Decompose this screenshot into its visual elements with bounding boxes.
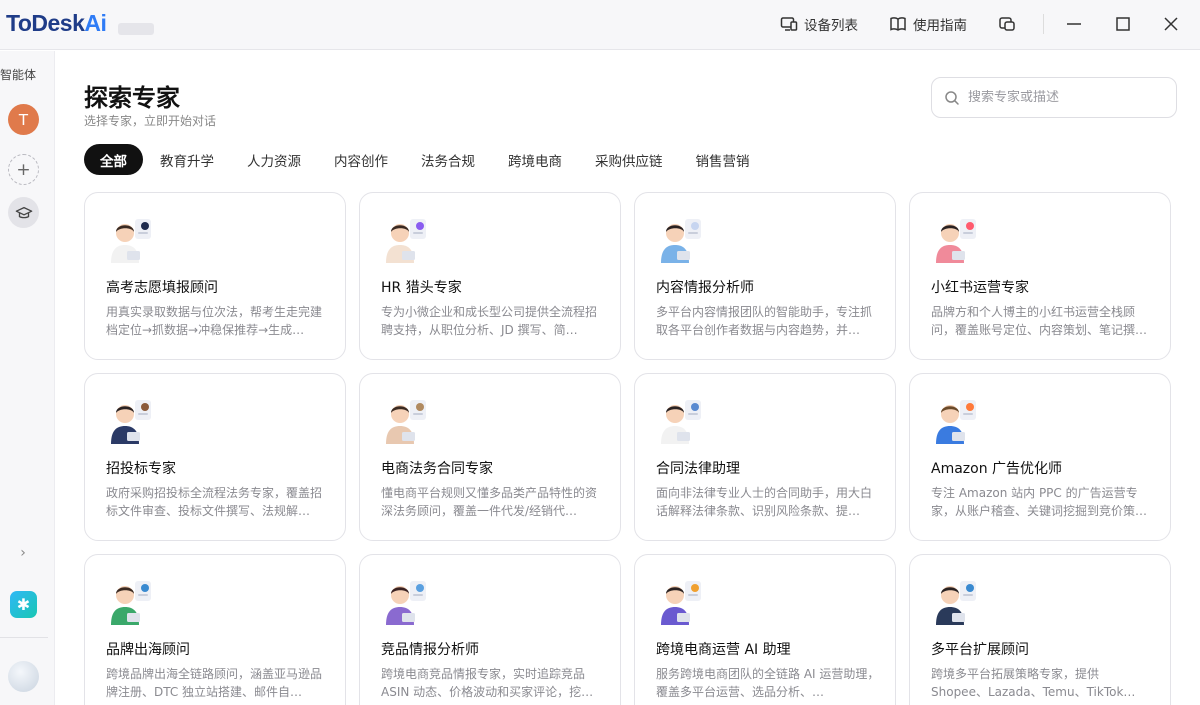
expert-card[interactable]: 电商法务合同专家懂电商平台规则又懂多品类产品特性的资深法务顾问，覆盖一件代发/经… bbox=[359, 373, 621, 541]
minimize-icon bbox=[1067, 23, 1081, 25]
expert-card[interactable]: 竞品情报分析师跨境电商竞品情报专家，实时追踪竞品 ASIN 动态、价格波动和买家… bbox=[359, 554, 621, 705]
tab-1[interactable]: 教育升学 bbox=[144, 144, 230, 175]
brand-accent: Ai bbox=[84, 10, 107, 36]
device-list-label: 设备列表 bbox=[804, 18, 858, 34]
expert-name: 竞品情报分析师 bbox=[381, 642, 479, 658]
expert-card[interactable]: Amazon 广告优化师专注 Amazon 站内 PPC 的广告运营专家，从账户… bbox=[909, 373, 1171, 541]
maximize-icon bbox=[1116, 17, 1130, 31]
expert-card[interactable]: 品牌出海顾问跨境品牌出海全链路顾问，涵盖亚马逊品牌注册、DTC 独立站搭建、邮件… bbox=[84, 554, 346, 705]
expert-name: 招投标专家 bbox=[106, 461, 176, 477]
expert-name: 内容情报分析师 bbox=[656, 280, 754, 296]
expert-name: 多平台扩展顾问 bbox=[931, 642, 1029, 658]
expert-description: 懂电商平台规则又懂多品类产品特性的资深法务顾问，覆盖一件代发/经销代… bbox=[381, 486, 598, 518]
expert-name: 品牌出海顾问 bbox=[106, 642, 190, 658]
tab-2[interactable]: 人力资源 bbox=[231, 144, 317, 175]
expert-name: HR 猎头专家 bbox=[381, 280, 462, 296]
expert-avatar-icon bbox=[380, 575, 430, 625]
expert-avatar-icon bbox=[930, 394, 980, 444]
app-logo: ToDeskAi bbox=[6, 10, 107, 37]
expert-avatar-icon bbox=[380, 394, 430, 444]
close-icon bbox=[1164, 17, 1178, 31]
expert-avatar-icon bbox=[380, 213, 430, 263]
main-content: 探索专家 选择专家，立即开始对话 全部教育升学人力资源内容创作法务合规跨境电商采… bbox=[56, 51, 1200, 705]
expert-avatar-icon bbox=[105, 575, 155, 625]
brand-name: ToDesk bbox=[6, 10, 85, 36]
expert-card[interactable]: 招投标专家政府采购招投标全流程法务专家，覆盖招标文件审查、投标文件撰写、法规解… bbox=[84, 373, 346, 541]
expert-card[interactable]: 多平台扩展顾问跨境多平台拓展策略专家，提供 Shopee、Lazada、Temu… bbox=[909, 554, 1171, 705]
sidebar: 智能体 T + › ✱ bbox=[0, 51, 55, 705]
book-icon bbox=[890, 17, 906, 31]
expert-name: 电商法务合同专家 bbox=[381, 461, 493, 477]
close-button[interactable] bbox=[1159, 12, 1183, 36]
switch-window-button[interactable] bbox=[995, 12, 1019, 36]
expert-avatar-icon bbox=[105, 394, 155, 444]
switch-window-icon bbox=[999, 17, 1015, 31]
expert-card[interactable]: HR 猎头专家专为小微企业和成长型公司提供全流程招聘支持，从职位分析、JD 撰写… bbox=[359, 192, 621, 360]
account-name-redacted bbox=[118, 23, 154, 35]
expert-description: 多平台内容情报团队的智能助手，专注抓取各平台创作者数据与内容趋势，并… bbox=[656, 305, 873, 337]
user-guide-button[interactable]: 使用指南 bbox=[889, 13, 967, 35]
page-subtitle: 选择专家，立即开始对话 bbox=[84, 114, 217, 128]
device-list-button[interactable]: 设备列表 bbox=[780, 13, 858, 35]
tab-6[interactable]: 采购供应链 bbox=[579, 144, 679, 175]
expert-description: 面向非法律专业人士的合同助手，用大白话解释法律条款、识别风险条款、提… bbox=[656, 486, 873, 518]
add-agent-button[interactable]: + bbox=[8, 154, 39, 185]
expert-card[interactable]: 小红书运营专家品牌方和个人博主的小红书运营全栈顾问，覆盖账号定位、内容策划、笔记… bbox=[909, 192, 1171, 360]
search-input[interactable] bbox=[968, 90, 1158, 105]
agent-avatar[interactable]: T bbox=[8, 104, 39, 135]
minimize-button[interactable] bbox=[1062, 12, 1086, 36]
graduation-cap-icon bbox=[15, 206, 32, 218]
expert-avatar-icon bbox=[930, 213, 980, 263]
expert-description: 用真实录取数据与位次法，帮考生走完建档定位→抓数据→冲稳保推荐→生成… bbox=[106, 305, 323, 337]
expert-card[interactable]: 内容情报分析师多平台内容情报团队的智能助手，专注抓取各平台创作者数据与内容趋势，… bbox=[634, 192, 896, 360]
expert-avatar-icon bbox=[655, 213, 705, 263]
expert-grid: 高考志愿填报顾问用真实录取数据与位次法，帮考生走完建档定位→抓数据→冲稳保推荐→… bbox=[84, 192, 1171, 705]
expert-avatar-icon bbox=[930, 575, 980, 625]
expert-card[interactable]: 高考志愿填报顾问用真实录取数据与位次法，帮考生走完建档定位→抓数据→冲稳保推荐→… bbox=[84, 192, 346, 360]
user-guide-label: 使用指南 bbox=[913, 18, 967, 34]
tab-7[interactable]: 销售营销 bbox=[680, 144, 766, 175]
app-launcher-icon[interactable]: ✱ bbox=[10, 591, 37, 618]
tab-5[interactable]: 跨境电商 bbox=[492, 144, 578, 175]
expert-name: 合同法律助理 bbox=[656, 461, 740, 477]
expert-name: 跨境电商运营 AI 助理 bbox=[656, 642, 791, 658]
expert-description: 专注 Amazon 站内 PPC 的广告运营专家，从账户稽查、关键词挖掘到竞价策… bbox=[931, 486, 1148, 518]
search-box[interactable] bbox=[931, 77, 1177, 118]
expert-name: Amazon 广告优化师 bbox=[931, 461, 1063, 477]
tab-3[interactable]: 内容创作 bbox=[318, 144, 404, 175]
expert-description: 跨境品牌出海全链路顾问，涵盖亚马逊品牌注册、DTC 独立站搭建、邮件自… bbox=[106, 667, 323, 699]
search-icon bbox=[945, 90, 959, 105]
titlebar-divider bbox=[1043, 14, 1044, 34]
maximize-button[interactable] bbox=[1111, 12, 1135, 36]
expert-avatar-icon bbox=[655, 575, 705, 625]
title-bar: ToDeskAi 设备列表 使用指南 bbox=[0, 0, 1200, 50]
tab-4[interactable]: 法务合规 bbox=[405, 144, 491, 175]
category-tabs: 全部 教育升学 人力资源 内容创作 法务合规 跨境电商 采购供应链 销售营销 bbox=[84, 144, 767, 175]
expert-description: 跨境电商竞品情报专家，实时追踪竞品 ASIN 动态、价格波动和买家评论，挖… bbox=[381, 667, 594, 699]
expert-description: 跨境多平台拓展策略专家，提供 Shopee、Lazada、Temu、TikTok… bbox=[931, 667, 1136, 699]
expert-avatar-icon bbox=[105, 213, 155, 263]
device-icon bbox=[780, 17, 798, 31]
expert-name: 高考志愿填报顾问 bbox=[106, 280, 218, 296]
expert-name: 小红书运营专家 bbox=[931, 280, 1029, 296]
sidebar-agents-label: 智能体 bbox=[0, 68, 37, 82]
expert-card[interactable]: 合同法律助理面向非法律专业人士的合同助手，用大白话解释法律条款、识别风险条款、提… bbox=[634, 373, 896, 541]
expert-description: 专为小微企业和成长型公司提供全流程招聘支持，从职位分析、JD 撰写、简… bbox=[381, 305, 598, 337]
expert-description: 服务跨境电商团队的全链路 AI 运营助理，覆盖多平台运营、选品分析、… bbox=[656, 667, 880, 699]
expert-avatar-icon bbox=[655, 394, 705, 444]
user-avatar[interactable] bbox=[8, 661, 39, 692]
page-title: 探索专家 bbox=[84, 84, 180, 112]
tab-0[interactable]: 全部 bbox=[84, 144, 143, 175]
expert-description: 政府采购招投标全流程法务专家，覆盖招标文件审查、投标文件撰写、法规解… bbox=[106, 486, 323, 518]
expert-card[interactable]: 跨境电商运营 AI 助理服务跨境电商团队的全链路 AI 运营助理，覆盖多平台运营… bbox=[634, 554, 896, 705]
sidebar-divider bbox=[0, 637, 48, 638]
education-agent-button[interactable] bbox=[8, 197, 39, 228]
expand-sidebar-button[interactable]: › bbox=[14, 544, 32, 562]
expert-description: 品牌方和个人博主的小红书运营全栈顾问，覆盖账号定位、内容策划、笔记撰… bbox=[931, 305, 1148, 337]
